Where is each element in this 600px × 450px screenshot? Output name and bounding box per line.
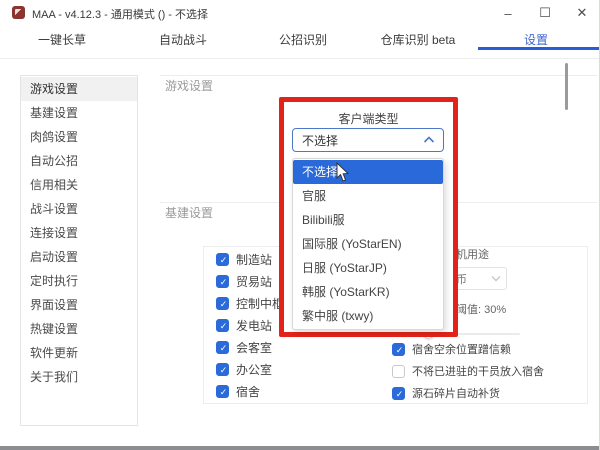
sidebar-item-infrastructure[interactable]: 基建设置 bbox=[21, 101, 137, 125]
maximize-button[interactable]: ☐ bbox=[535, 3, 555, 23]
sidebar-item-about[interactable]: 关于我们 bbox=[21, 365, 137, 389]
mouse-cursor-icon bbox=[336, 162, 350, 188]
app-window: MAA - v4.12.3 - 通用模式 () - 不选择 – ☐ ✕ 一键长草… bbox=[0, 0, 600, 450]
option-no-stationed-to-dorm[interactable]: 不将已进驻的干员放入宿舍 bbox=[392, 363, 544, 379]
client-type-label: 客户端类型 bbox=[284, 110, 453, 127]
checkbox-icon[interactable] bbox=[392, 387, 405, 400]
option-originium-shard-auto[interactable]: 源石碎片自动补货 bbox=[392, 385, 500, 401]
sidebar-item-update[interactable]: 软件更新 bbox=[21, 341, 137, 365]
option-yostar-en[interactable]: 国际服 (YoStarEN) bbox=[293, 232, 443, 256]
sidebar-item-game[interactable]: 游戏设置 bbox=[21, 77, 137, 101]
option-txwy[interactable]: 繁中服 (txwy) bbox=[293, 304, 443, 328]
sidebar-item-connection[interactable]: 连接设置 bbox=[21, 221, 137, 245]
facility-control-center[interactable]: 控制中枢 bbox=[216, 295, 284, 311]
checkbox-icon[interactable] bbox=[216, 385, 229, 398]
chevron-down-icon bbox=[491, 275, 501, 282]
minimize-button[interactable]: – bbox=[498, 3, 518, 23]
option-yostar-jp[interactable]: 日服 (YoStarJP) bbox=[293, 256, 443, 280]
tab-recruit-recognition[interactable]: 公招识别 bbox=[271, 31, 335, 49]
chevron-up-icon bbox=[423, 136, 435, 144]
active-tab-underline bbox=[478, 47, 599, 50]
facility-dormitory[interactable]: 宿舍 bbox=[216, 383, 260, 399]
facility-manufacturing[interactable]: 制造站 bbox=[216, 251, 272, 267]
infra-settings-header: 基建设置 bbox=[165, 204, 213, 221]
client-type-dropdown: 不选择 官服 Bilibili服 国际服 (YoStarEN) 日服 (YoSt… bbox=[292, 158, 444, 330]
option-yostar-kr[interactable]: 韩服 (YoStarKR) bbox=[293, 280, 443, 304]
game-settings-header: 游戏设置 bbox=[165, 77, 213, 94]
window-bottom-edge bbox=[0, 446, 600, 450]
red-highlight-annotation: 客户端类型 不选择 不选择 官服 Bilibili服 国际服 (YoStarEN… bbox=[279, 97, 458, 337]
sidebar-item-auto-recruit[interactable]: 自动公招 bbox=[21, 149, 137, 173]
close-button[interactable]: ✕ bbox=[572, 3, 592, 23]
window-title: MAA - v4.12.3 - 通用模式 () - 不选择 bbox=[32, 6, 208, 22]
option-bilibili-server[interactable]: Bilibili服 bbox=[293, 208, 443, 232]
sidebar-item-combat[interactable]: 战斗设置 bbox=[21, 197, 137, 221]
facility-power-plant[interactable]: 发电站 bbox=[216, 317, 272, 333]
tab-auto-battle[interactable]: 自动战斗 bbox=[151, 31, 215, 49]
option-official-server[interactable]: 官服 bbox=[293, 184, 443, 208]
vertical-scrollbar[interactable] bbox=[565, 63, 568, 110]
option-dorm-trust[interactable]: 宿舍空余位置蹭信赖 bbox=[392, 341, 511, 357]
sidebar-item-interface[interactable]: 界面设置 bbox=[21, 293, 137, 317]
sidebar-item-hotkeys[interactable]: 热键设置 bbox=[21, 317, 137, 341]
checkbox-icon[interactable] bbox=[392, 343, 405, 356]
facility-office[interactable]: 办公室 bbox=[216, 361, 272, 377]
client-type-select[interactable]: 不选择 bbox=[292, 128, 444, 152]
checkbox-icon[interactable] bbox=[216, 319, 229, 332]
tab-depot-recognition[interactable]: 仓库识别 beta bbox=[374, 31, 462, 49]
content-divider bbox=[160, 75, 597, 76]
settings-sidebar: 游戏设置 基建设置 肉鸽设置 自动公招 信用相关 战斗设置 连接设置 启动设置 … bbox=[20, 75, 138, 426]
title-bar: MAA - v4.12.3 - 通用模式 () - 不选择 – ☐ ✕ bbox=[0, 0, 600, 26]
tab-farming[interactable]: 一键长草 bbox=[30, 31, 94, 49]
checkbox-icon[interactable] bbox=[216, 297, 229, 310]
checkbox-icon[interactable] bbox=[392, 365, 405, 378]
checkbox-icon[interactable] bbox=[216, 275, 229, 288]
tabbar-divider bbox=[0, 58, 600, 59]
sidebar-item-credit[interactable]: 信用相关 bbox=[21, 173, 137, 197]
sidebar-item-startup[interactable]: 启动设置 bbox=[21, 245, 137, 269]
checkbox-icon[interactable] bbox=[216, 341, 229, 354]
facility-trading[interactable]: 贸易站 bbox=[216, 273, 272, 289]
facility-reception[interactable]: 会客室 bbox=[216, 339, 272, 355]
checkbox-icon[interactable] bbox=[216, 363, 229, 376]
option-no-selection[interactable]: 不选择 bbox=[293, 160, 443, 184]
sidebar-item-roguelike[interactable]: 肉鸽设置 bbox=[21, 125, 137, 149]
sidebar-item-scheduled[interactable]: 定时执行 bbox=[21, 269, 137, 293]
app-logo-icon bbox=[12, 6, 25, 19]
checkbox-icon[interactable] bbox=[216, 253, 229, 266]
